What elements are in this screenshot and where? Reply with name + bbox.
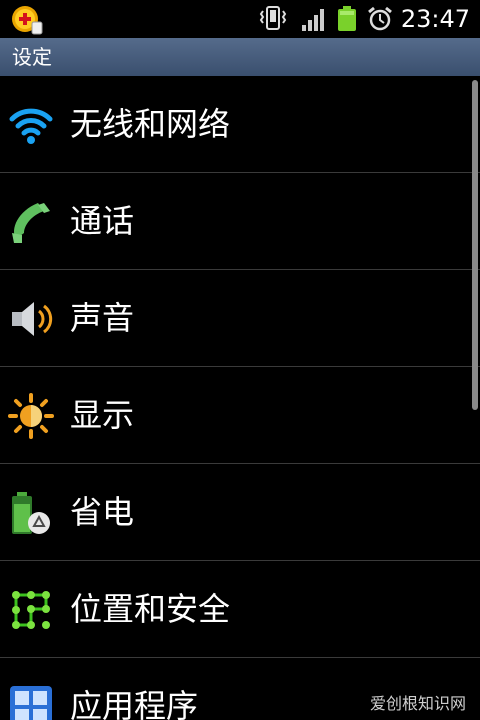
- settings-item-call[interactable]: 通话: [0, 173, 480, 270]
- battery-icon: [338, 6, 356, 31]
- title-bar: 设定: [0, 38, 480, 76]
- applications-icon: [10, 686, 52, 720]
- settings-item-label: 通话: [70, 202, 135, 240]
- wifi-icon: [9, 108, 53, 144]
- settings-item-label: 声音: [70, 299, 135, 337]
- settings-item-label: 显示: [70, 396, 135, 434]
- status-bar: 23:47: [0, 0, 480, 38]
- settings-item-sound[interactable]: 声音: [0, 270, 480, 367]
- phone-icon: [12, 203, 50, 243]
- settings-item-display[interactable]: 显示: [0, 367, 480, 464]
- alarm-icon: [368, 6, 392, 31]
- settings-list[interactable]: 无线和网络 通话 声音 显示 省电 位置和安全 应用程序: [0, 76, 480, 720]
- settings-item-label: 位置和安全: [70, 590, 231, 628]
- page-title: 设定: [12, 45, 52, 69]
- speaker-icon: [12, 302, 53, 336]
- watermark: 爱创根知识网: [369, 694, 466, 713]
- settings-item-label: 无线和网络: [70, 105, 231, 143]
- brightness-icon: [8, 393, 54, 439]
- location-security-icon: [12, 591, 50, 629]
- scrollbar[interactable]: [472, 80, 478, 410]
- vibrate-icon: [259, 6, 287, 30]
- settings-item-location-security[interactable]: 位置和安全: [0, 561, 480, 658]
- status-clock: 23:47: [400, 5, 470, 33]
- settings-item-label: 应用程序: [70, 687, 199, 720]
- power-saving-icon: [12, 492, 50, 534]
- signal-icon: [302, 9, 324, 31]
- app-notification-icon: [12, 6, 43, 35]
- settings-item-power-saving[interactable]: 省电: [0, 464, 480, 561]
- settings-item-wireless-network[interactable]: 无线和网络: [0, 76, 480, 173]
- settings-item-label: 省电: [70, 493, 135, 531]
